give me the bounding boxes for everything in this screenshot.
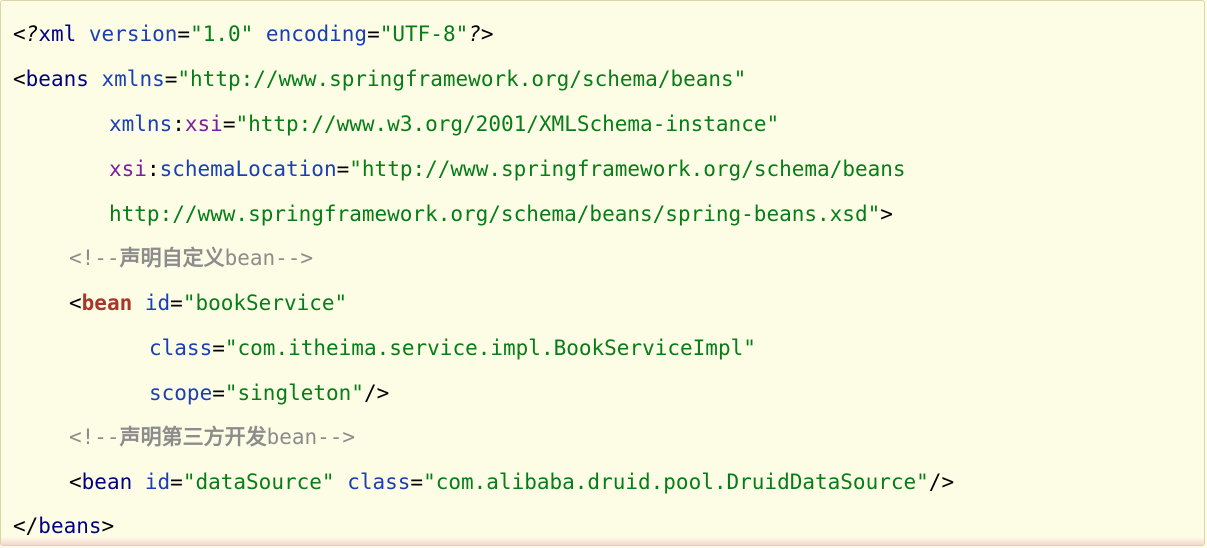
code-line-6: <!--声明自定义bean--> [69,243,313,273]
code-token: "http://www.springframework.org/schema/b… [349,157,906,181]
code-token: : [172,112,185,136]
code-line-3: xmlns:xsi="http://www.w3.org/2001/XMLSch… [109,109,779,139]
code-token: "1.0" [190,22,254,46]
code-token: schemaLocation [159,157,337,181]
code-token: "UTF-8" [379,22,469,46]
bottom-edge-decoration [1,537,1204,545]
code-token: "singleton" [224,381,364,405]
code-token: = [336,157,350,181]
code-token: </ [13,514,39,538]
code-token: scope [149,381,213,405]
code-token: class [149,336,213,360]
code-line-1: <?xml version="1.0" encoding="UTF-8"?> [13,19,494,49]
code-line-5: http://www.springframework.org/schema/be… [109,199,893,229]
code-line-4: xsi:schemaLocation="http://www.springfra… [109,154,906,184]
code-token: = [212,336,225,360]
code-token: = [222,112,236,136]
code-line-7: <bean id="bookService" [69,288,347,318]
code-token: bean [81,291,133,315]
code-token: = [367,22,380,46]
code-token: beans [25,67,89,91]
code-token: bean [81,470,133,494]
code-token: : [146,157,160,181]
code-token: id [132,470,171,494]
code-token: "dataSource" [182,470,335,494]
code-token: beans [38,514,102,538]
code-token: xsi [109,157,147,181]
code-token: <!-- [69,246,120,270]
code-token: < [13,67,26,91]
code-token: id [132,291,171,315]
code-token: > [101,514,115,538]
code-token: class [334,470,411,494]
code-token: /> [928,470,955,494]
code-editor[interactable]: <?xml version="1.0" encoding="UTF-8"?> <b… [0,0,1205,546]
code-token: bean--> [266,425,356,449]
code-token: = [410,470,424,494]
code-token: 声明第三方开发 [119,425,267,449]
code-token: "bookService" [182,291,348,315]
code-token: "http://www.springframework.org/schema/b… [177,67,747,91]
code-token: = [170,291,183,315]
code-line-10: <!--声明第三方开发bean--> [69,422,355,452]
code-token: > [880,202,893,226]
code-token: ?> [468,22,494,46]
code-token: <!-- [69,425,120,449]
code-token: encoding [253,22,368,46]
code-token: 声明自定义 [119,246,225,270]
code-line-2: <beans xmlns="http://www.springframework… [13,64,746,94]
code-token: = [212,381,225,405]
code-token: = [177,22,191,46]
code-token: "http://www.w3.org/2001/XMLSchema-instan… [235,112,780,136]
code-token: < [69,291,82,315]
code-token: < [13,22,26,46]
code-line-9: scope="singleton"/> [149,378,389,408]
code-token: /> [363,381,390,405]
code-token: = [164,67,178,91]
code-token: "com.itheima.service.impl.BookServiceImp… [224,336,756,360]
code-token: bean--> [224,246,314,270]
code-line-8: class="com.itheima.service.impl.BookServ… [149,333,756,363]
code-token: < [69,470,82,494]
code-line-11: <bean id="dataSource" class="com.alibaba… [69,467,954,497]
code-token: = [170,470,183,494]
code-token: xmlns [109,112,173,136]
code-token: version [76,22,178,46]
code-token: "com.alibaba.druid.pool.DruidDataSource" [423,470,929,494]
code-token: xmlns [88,67,165,91]
code-token: ? [25,22,39,46]
code-token: http://www.springframework.org/schema/be… [109,202,881,226]
code-token: xml [38,22,77,46]
code-token: xsi [184,112,223,136]
